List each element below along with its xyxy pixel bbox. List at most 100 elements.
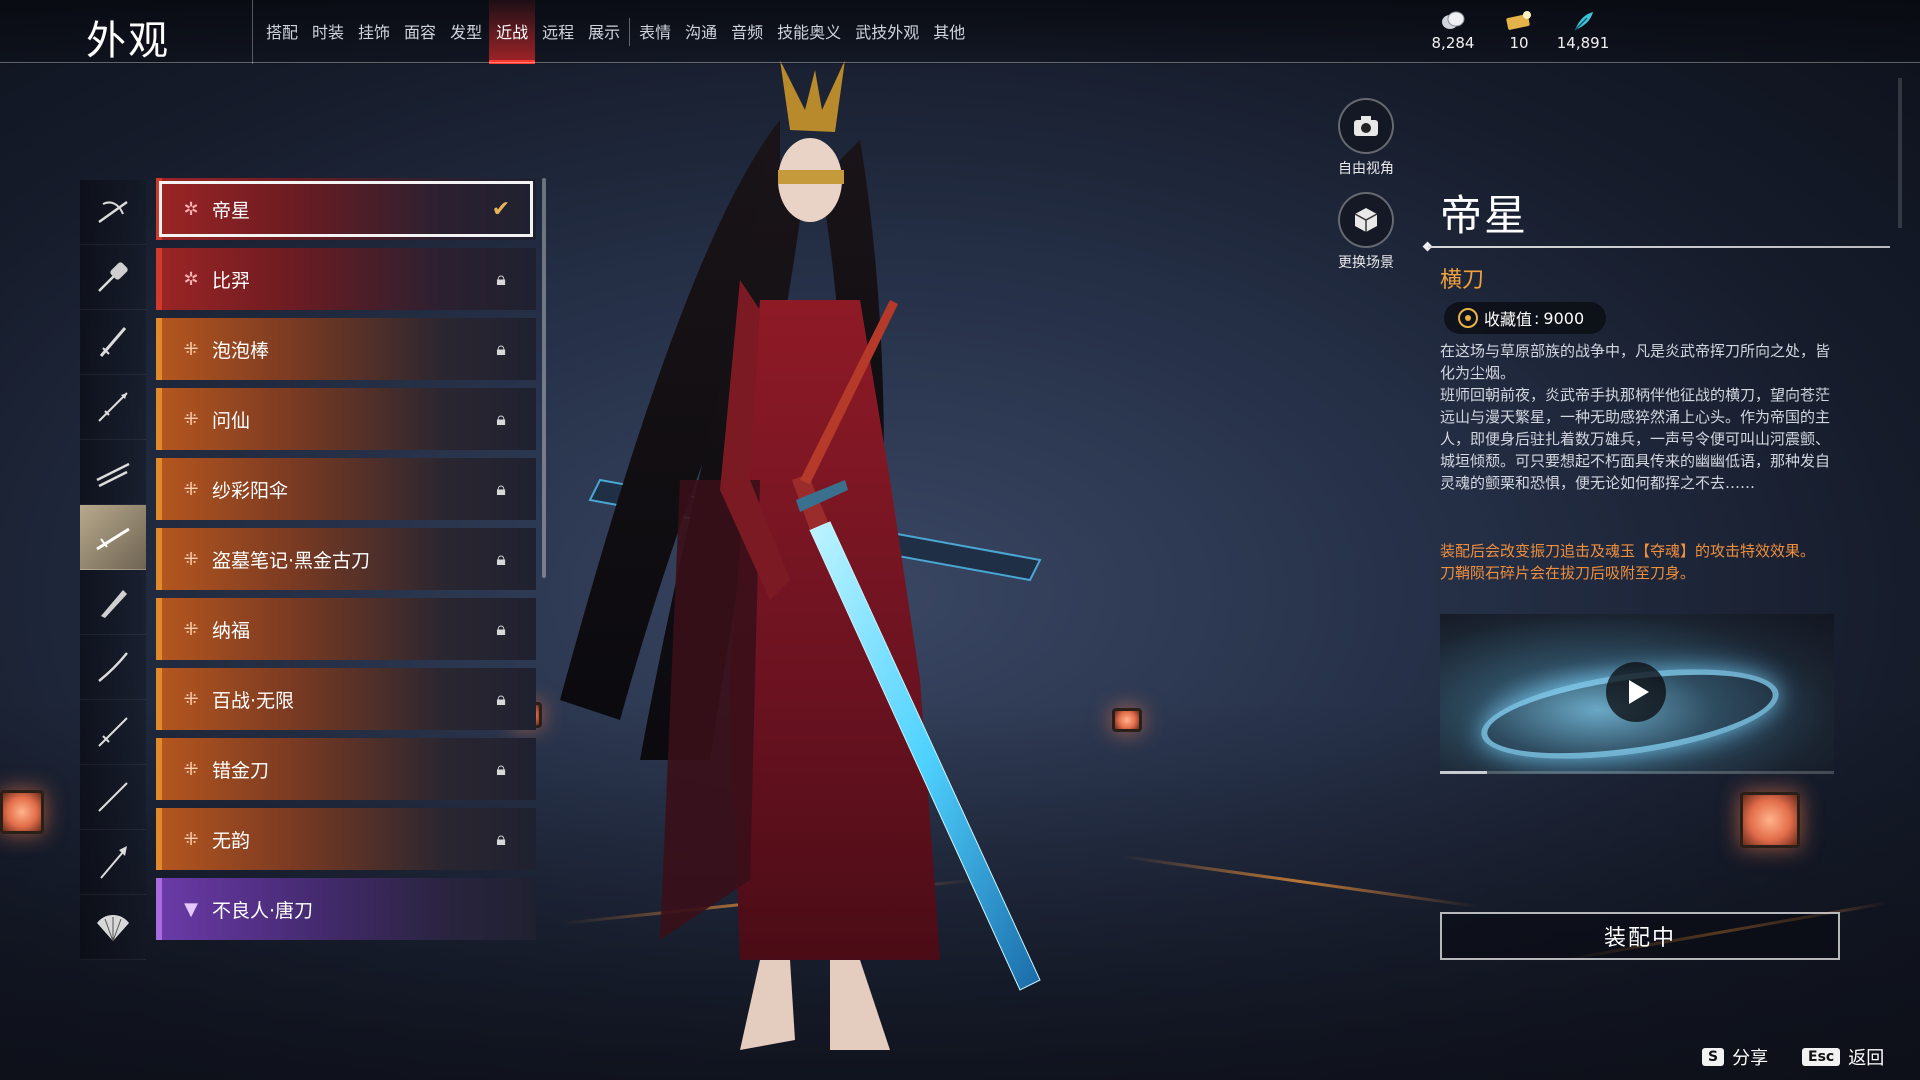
category-long-saber[interactable]	[80, 505, 146, 570]
category-spear[interactable]	[80, 375, 146, 440]
broad-blade-icon	[101, 590, 127, 618]
play-icon[interactable]	[1606, 662, 1666, 722]
rarity-cross-icon: ⁜	[183, 688, 199, 710]
tab-communication[interactable]: 沟通	[678, 0, 724, 64]
page-title: 外观	[86, 18, 170, 64]
glaive-icon	[100, 846, 127, 879]
tab-melee[interactable]: 近战	[489, 0, 536, 64]
katana-icon	[98, 652, 128, 682]
list-item[interactable]: ⁜ 错金刀 🔒︎	[156, 738, 536, 800]
list-item[interactable]: ✲ 比羿 🔒︎	[156, 248, 536, 310]
checkmark-icon: ✔	[491, 196, 511, 222]
list-item[interactable]: ⁜ 纳福 🔒︎	[156, 598, 536, 660]
change-scene-button[interactable]: 更换场景	[1330, 192, 1402, 272]
list-item[interactable]: ⁜ 泡泡棒 🔒︎	[156, 318, 536, 380]
list-item-name: 问仙	[212, 409, 251, 432]
lantern-decoration	[1740, 792, 1800, 848]
lock-icon: 🔒︎	[496, 688, 506, 710]
rarity-cross-icon: ⁜	[183, 618, 199, 640]
staff-icon	[98, 782, 128, 812]
lock-icon: 🔒︎	[496, 478, 506, 500]
lock-icon: 🔒︎	[496, 758, 506, 780]
tab-outfit-sets[interactable]: 搭配	[259, 0, 305, 64]
category-scythe[interactable]	[80, 180, 146, 245]
list-item[interactable]: ⁜ 无韵 🔒︎	[156, 808, 536, 870]
lantern-decoration	[0, 790, 44, 834]
item-description: 在这场与草原部族的战争中，凡是炎武帝挥刀所向之处，皆化为尘烟。 班师回朝前夜，炎…	[1440, 340, 1840, 494]
scythe-icon	[98, 200, 128, 224]
category-katana[interactable]	[80, 635, 146, 700]
top-bar: 外观 搭配 时装 挂饰 面容 发型 近战 远程 展示 表情 沟通 音频 技能奥义…	[0, 0, 1920, 64]
lock-icon: 🔒︎	[496, 268, 506, 290]
list-item-name: 不良人·唐刀	[212, 899, 314, 922]
rarity-star-icon: ✲	[183, 268, 199, 290]
scene-cube-icon	[1338, 192, 1394, 248]
tab-accessories[interactable]: 挂饰	[351, 0, 397, 64]
rarity-chevron-icon: ▼	[184, 898, 198, 920]
weapon-type: 横刀	[1440, 268, 1485, 293]
tab-fashion[interactable]: 时装	[305, 0, 351, 64]
sword-icon	[99, 327, 127, 357]
tab-audio[interactable]: 音频	[724, 0, 770, 64]
tab-emotes[interactable]: 表情	[632, 0, 678, 64]
category-twin-blades[interactable]	[80, 440, 146, 505]
list-item[interactable]: ▼ 不良人·唐刀	[156, 878, 536, 940]
tab-hairstyle[interactable]: 发型	[443, 0, 489, 64]
tab-ranged[interactable]: 远程	[535, 0, 581, 64]
back-hint[interactable]: Esc 返回	[1802, 1044, 1884, 1070]
rarity-cross-icon: ⁜	[183, 828, 199, 850]
spear-icon	[98, 392, 128, 422]
rarity-cross-icon: ⁜	[183, 548, 199, 570]
feather-icon	[1571, 10, 1595, 32]
category-dual-swords[interactable]	[80, 700, 146, 765]
tab-skill-ultimate[interactable]: 技能奥义	[770, 0, 848, 64]
lock-icon: 🔒︎	[496, 338, 506, 360]
collection-value-badge: 收藏值: 9000	[1444, 302, 1607, 334]
page-scrollbar[interactable]	[1898, 78, 1902, 228]
currency-feathers: 14,891	[1548, 10, 1618, 52]
effect-preview-video[interactable]	[1440, 614, 1834, 774]
tab-showcase[interactable]: 展示	[581, 0, 627, 64]
category-fan[interactable]	[80, 895, 146, 960]
list-item-name: 百战·无限	[212, 689, 295, 712]
camera-icon	[1338, 98, 1394, 154]
item-title: 帝星	[1440, 191, 1529, 240]
list-item[interactable]: ✲ 帝星 ✔	[156, 178, 536, 240]
currency-tickets-value: 10	[1509, 34, 1529, 52]
effect-line: 装配后会改变振刀追击及魂玉【夺魂】的攻击特效效果。	[1440, 542, 1816, 560]
video-progress-fill	[1440, 771, 1488, 774]
coins-icon	[1440, 10, 1466, 32]
tab-martial-appearance[interactable]: 武技外观	[848, 0, 926, 64]
list-item[interactable]: ⁜ 问仙 🔒︎	[156, 388, 536, 450]
list-item[interactable]: ⁜ 百战·无限 🔒︎	[156, 668, 536, 730]
category-sword[interactable]	[80, 310, 146, 375]
description-paragraph: 在这场与草原部族的战争中，凡是炎武帝挥刀所向之处，皆化为尘烟。	[1440, 342, 1831, 382]
list-item[interactable]: ⁜ 盗墓笔记·黑金古刀 🔒︎	[156, 528, 536, 590]
tab-face[interactable]: 面容	[397, 0, 443, 64]
share-hint[interactable]: S 分享	[1702, 1044, 1768, 1070]
fan-icon	[97, 915, 129, 942]
category-staff[interactable]	[80, 765, 146, 830]
equip-button[interactable]: 装配中	[1440, 912, 1840, 960]
free-view-label: 自由视角	[1338, 161, 1394, 177]
category-tabs: 搭配 时装 挂饰 面容 发型 近战 远程 展示 表情 沟通 音频 技能奥义 武技…	[252, 0, 972, 64]
lock-icon: 🔒︎	[496, 408, 506, 430]
character-preview[interactable]	[560, 60, 1200, 1060]
category-glaive[interactable]	[80, 830, 146, 895]
category-broad-blade[interactable]	[80, 570, 146, 635]
tab-other[interactable]: 其他	[926, 0, 972, 64]
list-item-name: 帝星	[212, 199, 251, 222]
collection-coin-icon	[1458, 308, 1478, 328]
currency-feathers-value: 14,891	[1556, 34, 1610, 52]
list-item-name: 无韵	[212, 829, 251, 852]
back-key: Esc	[1802, 1048, 1841, 1066]
list-scrollbar[interactable]	[542, 178, 546, 578]
free-view-button[interactable]: 自由视角	[1330, 98, 1402, 178]
category-mace[interactable]	[80, 245, 146, 310]
change-scene-label: 更换场景	[1338, 255, 1394, 271]
list-item-name: 比羿	[212, 269, 251, 292]
mace-icon	[98, 262, 128, 292]
list-item[interactable]: ⁜ 纱彩阳伞 🔒︎	[156, 458, 536, 520]
top-divider	[0, 62, 1920, 63]
video-progress-track	[1440, 771, 1834, 774]
